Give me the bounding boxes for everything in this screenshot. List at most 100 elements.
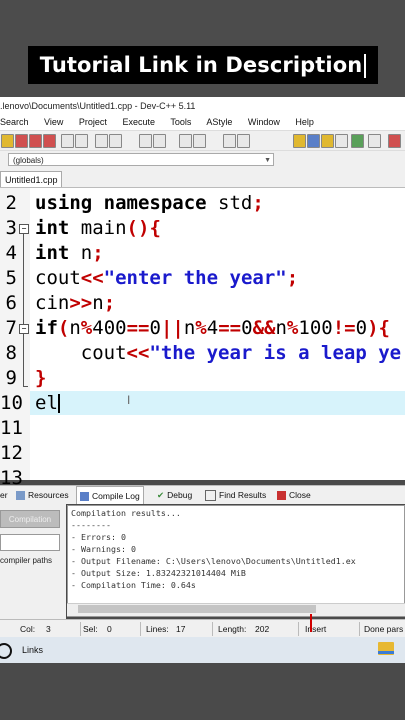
option-field[interactable] [0,534,60,551]
status-divider [80,622,81,636]
indent-icon[interactable] [179,134,192,148]
code-line-10: el [35,392,58,414]
tab-find-results-label: Find Results [219,490,267,500]
stop-icon[interactable] [388,134,401,148]
status-message: Done pars [364,624,404,634]
taskbar: Links [0,637,405,663]
save-all-icon[interactable] [43,134,56,148]
scope-dropdown[interactable]: (globals) ▼ [8,153,274,166]
line-number: 9 [5,367,17,389]
code-line-4: int n; [35,242,104,264]
line-number: 12 [0,442,23,464]
redo-icon[interactable] [109,134,122,148]
fold-end [23,386,28,387]
compile-run-icon[interactable] [321,134,334,148]
line-number: 4 [5,242,17,264]
close-file-icon[interactable] [61,134,74,148]
log-line: - Output Filename: C:\Users\lenovo\Docum… [71,556,356,566]
line-number: 8 [5,342,17,364]
tab-debug[interactable]: ✔ Debug [157,486,192,504]
status-sel-label: Sel: [83,624,98,634]
close-icon [277,491,286,501]
tab-compile-log[interactable]: Compile Log [76,486,144,504]
status-bar: Col: 3 Sel: 0 Lines: 17 Length: 202 Inse… [0,619,405,638]
status-divider [359,622,360,636]
tab-close[interactable]: Close [277,486,311,504]
taskbar-links[interactable]: Links [22,637,43,663]
code-line-8: cout<<"the year is a leap ye [35,342,402,364]
fold-guide [23,334,24,386]
code-line-2: using namespace std; [35,192,264,214]
compilation-button[interactable]: Compilation [0,510,60,528]
compiler-paths-label: compiler paths [0,556,53,565]
tab-debug-label: Debug [167,490,193,500]
bookmark-icon[interactable] [237,134,250,148]
code-line-9: } [35,367,47,389]
status-length-label: Length: [218,624,247,634]
status-col-label: Col: [20,624,36,634]
menu-search[interactable]: Search [0,117,29,127]
line-number: 2 [5,192,17,214]
file-explorer-icon[interactable] [378,642,394,655]
log-line: -------- [71,520,111,530]
main-toolbar [0,130,405,151]
tab-close-label: Close [289,490,311,500]
status-sel: 0 [107,624,112,634]
bottom-panel-tabs: er Resources Compile Log ✔ Debug Find Res… [0,485,405,504]
status-divider [212,622,213,636]
code-line-3: int main(){ [35,217,161,239]
replace-icon[interactable] [153,134,166,148]
bottom-background [0,663,405,720]
compile-log-output: Compilation results... -------- - Errors: … [67,505,405,617]
menu-project[interactable]: Project [79,117,107,127]
run-icon[interactable] [307,134,320,148]
debug-check-icon: ✔ [157,490,165,500]
menu-view[interactable]: View [44,117,63,127]
log-line: - Warnings: 0 [71,544,136,554]
tab-find-results[interactable]: Find Results [205,486,266,504]
scrollbar-thumb[interactable] [78,605,316,613]
resources-icon [16,491,25,501]
tab-untitled1[interactable]: Untitled1.cpp [0,171,62,187]
unindent-icon[interactable] [193,134,206,148]
check-syntax-icon[interactable] [351,134,364,148]
menu-tools[interactable]: Tools [170,117,191,127]
fold-collapse-icon[interactable]: − [19,224,29,234]
print-icon[interactable] [75,134,88,148]
tab-label: Untitled1.cpp [5,175,58,185]
tab-compile-log-label: Compile Log [92,491,140,501]
status-lines-label: Lines: [146,624,169,634]
status-divider [140,622,141,636]
save-icon[interactable] [29,134,42,148]
status-length: 202 [255,624,270,634]
status-lines: 17 [176,624,186,634]
status-divider [298,622,299,636]
rebuild-icon[interactable] [335,134,348,148]
tab-compiler[interactable]: er [0,486,8,504]
debug-icon[interactable] [368,134,381,148]
undo-icon[interactable] [95,134,108,148]
find-icon[interactable] [139,134,152,148]
new-file-icon[interactable] [1,134,14,148]
open-project-icon[interactable] [15,134,28,148]
menu-window[interactable]: Window [248,117,280,127]
code-lines: 2 3 4 5 6 7 8 9 10 11 12 13 − − using na… [0,191,405,489]
window-title: .lenovo\Documents\Untitled1.cpp - Dev-C+… [0,101,196,111]
scope-dropdown-value: (globals) [13,156,44,165]
log-line: - Errors: 0 [71,532,126,542]
menu-help[interactable]: Help [295,117,314,127]
tab-resources[interactable]: Resources [16,486,69,504]
text-caret [58,394,60,413]
code-line-5: cout<<"enter the year"; [35,267,299,289]
menu-execute[interactable]: Execute [122,117,155,127]
ibeam-cursor-icon: I [127,393,131,407]
banner-text: Tutorial Link in Description [39,53,363,77]
goto-line-icon[interactable] [223,134,236,148]
log-line: - Compilation Time: 0.64s [71,580,196,590]
menu-astyle[interactable]: AStyle [206,117,232,127]
line-number: 11 [0,417,23,439]
compile-log-icon [80,492,89,502]
compile-icon[interactable] [293,134,306,148]
fold-collapse-icon[interactable]: − [19,324,29,334]
code-line-6: cin>>n; [35,292,116,314]
